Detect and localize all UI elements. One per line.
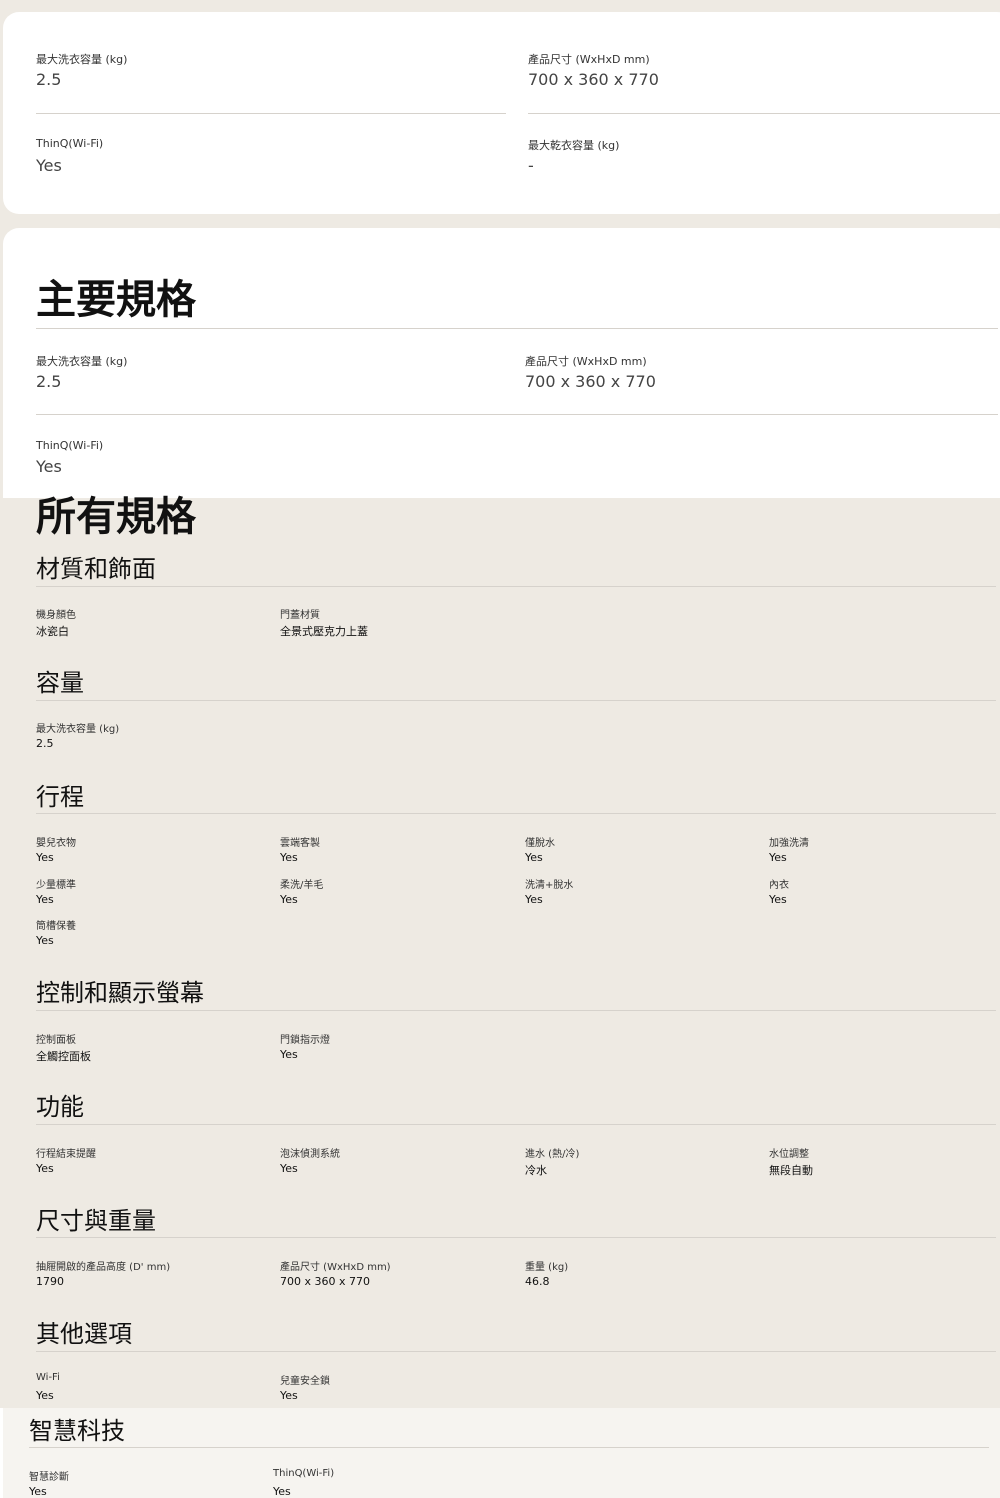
spec-label: 嬰兒衣物 xyxy=(36,838,76,849)
spec-value: 冰瓷白 xyxy=(36,625,69,638)
spec-label: 機身顏色 xyxy=(36,610,76,621)
spec-value: 700 x 360 x 770 xyxy=(525,372,656,391)
spec-label: 筒槽保養 xyxy=(36,921,76,932)
divider xyxy=(36,113,506,114)
spec-value: Yes xyxy=(36,457,62,476)
spec-label: 產品尺寸 (WxHxD mm) xyxy=(280,1262,391,1273)
divider xyxy=(29,1447,989,1448)
spec-label: ThinQ(Wi-Fi) xyxy=(36,137,104,150)
key-specs-card: 主要規格 最大洗衣容量 (kg) 2.5 產品尺寸 (WxHxD mm) 700… xyxy=(3,228,1000,498)
spec-value: Yes xyxy=(280,893,298,906)
section-title-options: 其他選項 xyxy=(36,1320,132,1348)
spec-value: 2.5 xyxy=(36,70,62,89)
summary-card: 最大洗衣容量 (kg) 2.5 產品尺寸 (WxHxD mm) 700 x 36… xyxy=(3,12,1000,214)
spec-label: 控制面板 xyxy=(36,1035,76,1046)
spec-label: 加強洗清 xyxy=(769,838,809,849)
spec-value: Yes xyxy=(525,851,543,864)
section-title-programs: 行程 xyxy=(36,783,84,811)
spec-value: Yes xyxy=(280,1048,298,1061)
all-specs-title: 所有規格 xyxy=(36,494,196,540)
spec-label: 進水 (熱/冷) xyxy=(525,1149,580,1160)
spec-label: 行程結束提醒 xyxy=(36,1149,96,1160)
spec-label: 產品尺寸 (WxHxD mm) xyxy=(528,53,650,66)
spec-value: Yes xyxy=(525,893,543,906)
spec-value: Yes xyxy=(769,893,787,906)
divider xyxy=(36,586,996,587)
spec-value: 1790 xyxy=(36,1275,64,1288)
spec-label: 泡沫偵測系統 xyxy=(280,1149,340,1160)
spec-value: Yes xyxy=(36,934,54,947)
section-title-features: 功能 xyxy=(36,1093,84,1121)
spec-value: Yes xyxy=(36,893,54,906)
spec-value: 冷水 xyxy=(525,1164,547,1177)
spec-value: 700 x 360 x 770 xyxy=(280,1275,370,1288)
key-specs-title: 主要規格 xyxy=(36,277,196,323)
spec-label: 僅脫水 xyxy=(525,838,555,849)
spec-value: Yes xyxy=(273,1485,291,1498)
section-title-smart: 智慧科技 xyxy=(29,1417,125,1445)
left-edge-bar xyxy=(0,1408,3,1498)
divider xyxy=(36,1124,996,1125)
divider xyxy=(36,1237,996,1238)
divider xyxy=(528,113,1000,114)
spec-label: 雲端客製 xyxy=(280,838,320,849)
spec-value: Yes xyxy=(36,1389,54,1402)
spec-value: Yes xyxy=(36,156,62,175)
spec-label: 智慧診斷 xyxy=(29,1472,69,1483)
spec-label: 洗清+脫水 xyxy=(525,880,574,891)
divider xyxy=(36,1010,996,1011)
divider xyxy=(36,700,996,701)
spec-label: 最大洗衣容量 (kg) xyxy=(36,53,128,66)
spec-label: 產品尺寸 (WxHxD mm) xyxy=(525,355,647,368)
divider xyxy=(36,328,998,329)
spec-label: 門鎖指示燈 xyxy=(280,1035,330,1046)
section-title-controls: 控制和顯示螢幕 xyxy=(36,979,204,1007)
spec-label: 兒童安全鎖 xyxy=(280,1376,330,1387)
spec-label: ThinQ(Wi-Fi) xyxy=(36,439,104,452)
spec-value: Yes xyxy=(280,1389,298,1402)
spec-label: 內衣 xyxy=(769,880,789,891)
spec-value: 46.8 xyxy=(525,1275,550,1288)
divider xyxy=(36,1351,996,1352)
spec-label: 最大洗衣容量 (kg) xyxy=(36,724,120,735)
section-title-capacity: 容量 xyxy=(36,669,84,697)
section-title-material: 材質和飾面 xyxy=(36,555,156,583)
spec-value: Yes xyxy=(280,1162,298,1175)
spec-value: 700 x 360 x 770 xyxy=(528,70,659,89)
spec-value: 無段自動 xyxy=(769,1164,813,1177)
spec-value: Yes xyxy=(29,1485,47,1498)
spec-value: Yes xyxy=(280,851,298,864)
section-title-dimensions: 尺寸與重量 xyxy=(36,1207,156,1235)
smart-tech-panel xyxy=(0,1408,1000,1498)
divider xyxy=(36,414,998,415)
spec-label: 最大洗衣容量 (kg) xyxy=(36,355,128,368)
spec-value: - xyxy=(528,156,534,175)
spec-label: Wi-Fi xyxy=(36,1372,60,1383)
spec-value: 2.5 xyxy=(36,737,54,750)
spec-value: 全景式壓克力上蓋 xyxy=(280,625,368,638)
spec-value: Yes xyxy=(36,1162,54,1175)
spec-label: 少量標準 xyxy=(36,880,76,891)
spec-value: 全觸控面板 xyxy=(36,1050,91,1063)
spec-value: Yes xyxy=(769,851,787,864)
spec-value: 2.5 xyxy=(36,372,62,391)
spec-label: 柔洗/羊毛 xyxy=(280,880,324,891)
spec-label: 重量 (kg) xyxy=(525,1262,569,1273)
spec-label: 抽屜開啟的產品高度 (D' mm) xyxy=(36,1262,171,1273)
spec-label: ThinQ(Wi-Fi) xyxy=(273,1468,335,1479)
spec-label: 門蓋材質 xyxy=(280,610,320,621)
spec-label: 最大乾衣容量 (kg) xyxy=(528,139,620,152)
divider xyxy=(36,813,996,814)
spec-label: 水位調整 xyxy=(769,1149,809,1160)
spec-value: Yes xyxy=(36,851,54,864)
